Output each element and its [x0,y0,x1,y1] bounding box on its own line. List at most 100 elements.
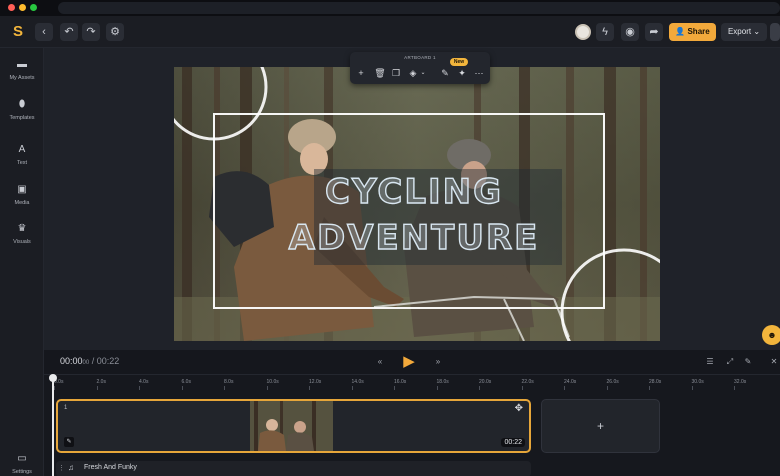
playhead-knob[interactable] [49,374,57,382]
share-label: Share [687,27,710,36]
delete-icon[interactable]: 🗑 [373,66,387,80]
timeline-ruler[interactable]: 0.0s 2.0s 4.0s 6.0s 8.0s 10.0s 12.0s 14.0s 16.0s… [44,375,780,391]
add-icon[interactable]: + [354,66,368,80]
export-label: Export [727,27,752,36]
sidebar-item-settings[interactable]: ▭ Settings [0,452,44,476]
timeline-tick: 28.0s [649,379,662,390]
timeline-tick: 24.0s [564,379,577,390]
close-timeline-button[interactable]: ✕ [768,356,780,368]
eye-icon: ◉ [625,26,635,38]
settings-icon: ▭ [17,453,27,464]
lightning-icon: ϟ [602,26,608,38]
artboard[interactable]: CYCLING ADVENTURE [174,67,660,341]
timeline-tick: 6.0s [181,379,191,390]
settings-button[interactable]: ⚙ [106,23,124,41]
music-note-icon: ♫ [68,463,74,472]
profile-button[interactable] [770,23,780,41]
timeline-tick: 26.0s [606,379,619,390]
playhead[interactable] [49,374,57,476]
zoom-window-button[interactable] [30,4,37,11]
add-scene-button[interactable]: + [541,399,660,453]
new-badge: New [450,58,468,66]
settings-icon: ⚙ [110,26,120,38]
forward-button[interactable]: » [432,356,444,368]
address-bar[interactable] [58,2,780,14]
time-display: 00:0000 / 00:22 [60,356,119,366]
timeline-tick: 16.0s [394,379,407,390]
timeline-tick: 32.0s [734,379,747,390]
effects-icon[interactable]: ✦ [455,66,469,80]
redo-icon: ↷ [86,26,96,38]
send-icon: ➦ [649,26,659,38]
sidebar-item-label: My Assets [9,75,35,81]
drop-icon: ⬮ [18,99,26,110]
sidebar-item-label: Templates [9,115,35,121]
timeline-tick: 18.0s [436,379,449,390]
artboard-title: ARTBOARD 1 [404,55,436,60]
sidebar-item-visuals[interactable]: ♛ Visuals [0,222,44,258]
back-button[interactable]: ‹ [35,23,53,41]
audio-track[interactable]: ⋮ ♫ Fresh And Funky [56,461,531,476]
clip-index: 1 [64,405,68,411]
video-clip[interactable]: 1 ✎ ✥ 00:22 [56,399,531,453]
send-button[interactable]: ➦ [645,23,663,41]
sidebar-item-text[interactable]: A Text [0,143,44,179]
app-logo[interactable]: S [9,22,27,42]
headline-line2[interactable]: ADVENTURE [288,217,540,258]
timeline-tick: 14.0s [351,379,364,390]
magic-wand-icon[interactable]: ✎ [438,66,452,80]
close-window-button[interactable] [8,4,15,11]
play-button[interactable]: ▶ [400,353,418,371]
sidebar-item-label: Settings [12,469,32,475]
lightning-button[interactable]: ϟ [596,23,614,41]
folder-icon: ▬ [17,59,27,70]
undo-icon: ↶ [64,26,74,38]
text-icon: A [18,144,26,155]
audio-label: Fresh And Funky [84,464,137,471]
copy-icon[interactable]: ❐ [389,66,403,80]
play-icon: ▶ [403,353,415,370]
export-button[interactable]: Export ⌄ [721,23,767,41]
move-icon[interactable]: ✥ [515,403,523,414]
pin-button[interactable]: ✎ [742,356,754,368]
sidebar-item-media[interactable]: ▣ Media [0,183,44,219]
sidebar-item-my-assets[interactable]: ▬ My Assets [0,58,44,94]
sidebar-item-label: Text [16,160,28,166]
rewind-button[interactable]: « [374,356,386,368]
sidebar-item-label: Visuals [13,239,31,245]
timeline: 0.0s 2.0s 4.0s 6.0s 8.0s 10.0s 12.0s 14.0s 16.0s… [44,374,780,476]
assistant-button[interactable]: ☻ [762,325,780,345]
window-titlebar [0,0,780,16]
current-time: 00:00 [60,356,83,366]
sidebar-item-templates[interactable]: ⬮ Templates [0,98,44,134]
menu-icon: ☰ [706,357,714,366]
fullscreen-button[interactable]: ⤢ [724,356,736,368]
preview-button[interactable]: ◉ [621,23,639,41]
top-toolbar: S ‹ ↶ ↷ ⚙ ϟ ◉ ➦ 👤 Share Export ⌄ [0,16,780,48]
timeline-tick: 20.0s [479,379,492,390]
drag-handle-icon[interactable]: ⋮ [58,464,65,472]
clip-thumbnail [250,401,333,451]
canvas-stage: CYCLING ADVENTURE ARTBOARD 1 + 🗑 ❐ ◈ ⌄ ✎… [44,48,780,350]
timeline-tick: 30.0s [691,379,704,390]
sidebar-item-label: Media [14,200,30,206]
edit-icon[interactable]: ✎ [64,437,74,447]
share-button[interactable]: 👤 Share [669,23,716,41]
left-sidebar: ▬ My Assets ⬮ Templates A Text ▣ Media ♛… [0,48,44,476]
playback-bar: 00:0000 / 00:22 « ▶ » ☰ ⤢ ✎ ✕ [44,350,780,374]
headline-line1[interactable]: CYCLING [324,171,503,212]
avatar[interactable] [575,24,591,40]
clip-duration: 00:22 [501,438,525,447]
total-time: 00:22 [96,356,120,366]
chevron-down-icon[interactable]: ⌄ [416,66,430,80]
back-icon: ‹ [42,26,46,38]
crown-icon: ♛ [17,223,27,234]
more-icon[interactable]: ⋯ [472,66,486,80]
time-separator: / [91,356,95,366]
minimize-window-button[interactable] [19,4,26,11]
undo-button[interactable]: ↶ [60,23,78,41]
redo-button[interactable]: ↷ [82,23,100,41]
grid-view-button[interactable]: ☰ [704,356,716,368]
element-toolbar: ARTBOARD 1 + 🗑 ❐ ◈ ⌄ ✎ New ✦ ⋯ [350,52,490,84]
timeline-tick: 8.0s [224,379,234,390]
